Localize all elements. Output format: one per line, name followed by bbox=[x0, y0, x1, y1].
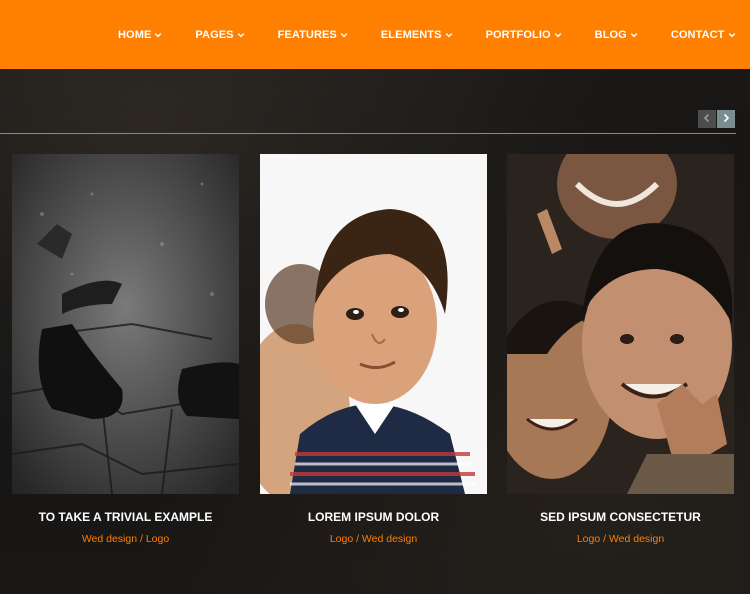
portfolio-category[interactable]: Logo / Wed design bbox=[507, 533, 734, 545]
nav-item-label: CONTACT bbox=[670, 28, 725, 41]
page: HOME PAGES FEATURES ELEMENTS PORTFOLIO B… bbox=[0, 0, 750, 594]
nav-item-label: PORTFOLIO bbox=[485, 28, 551, 41]
nav-item-label: BLOG bbox=[594, 28, 627, 41]
chevron-left-icon bbox=[702, 110, 712, 128]
nav-item-label: ELEMENTS bbox=[380, 28, 442, 41]
portfolio-category[interactable]: Wed design / Logo bbox=[12, 533, 239, 545]
portfolio-item[interactable]: LOREM IPSUM DOLOR Logo / Wed design bbox=[260, 154, 487, 545]
portfolio-title[interactable]: LOREM IPSUM DOLOR bbox=[260, 510, 487, 524]
nav-item-contact[interactable]: CONTACT bbox=[671, 29, 736, 41]
portfolio-category[interactable]: Logo / Wed design bbox=[260, 533, 487, 545]
top-navigation-bar: HOME PAGES FEATURES ELEMENTS PORTFOLIO B… bbox=[0, 0, 750, 69]
nav-item-portfolio[interactable]: PORTFOLIO bbox=[486, 29, 562, 41]
section-divider bbox=[0, 133, 736, 134]
nav-item-features[interactable]: FEATURES bbox=[278, 29, 348, 41]
chevron-down-icon bbox=[237, 31, 245, 39]
carousel-next-button[interactable] bbox=[717, 110, 735, 128]
nav-item-pages[interactable]: PAGES bbox=[195, 29, 244, 41]
nav-item-home[interactable]: HOME bbox=[118, 29, 162, 41]
chevron-down-icon bbox=[154, 31, 162, 39]
portfolio-title[interactable]: TO TAKE A TRIVIAL EXAMPLE bbox=[12, 510, 239, 524]
nav-item-blog[interactable]: BLOG bbox=[595, 29, 638, 41]
chevron-down-icon bbox=[630, 31, 638, 39]
chevron-down-icon bbox=[340, 31, 348, 39]
carousel-prev-button[interactable] bbox=[698, 110, 716, 128]
chevron-down-icon bbox=[728, 31, 736, 39]
portfolio-image[interactable] bbox=[260, 154, 487, 494]
portfolio-item[interactable]: TO TAKE A TRIVIAL EXAMPLE Wed design / L… bbox=[12, 154, 239, 545]
nav-item-label: FEATURES bbox=[277, 28, 337, 41]
portfolio-title[interactable]: SED IPSUM CONSECTETUR bbox=[507, 510, 734, 524]
main-nav: HOME PAGES FEATURES ELEMENTS PORTFOLIO B… bbox=[118, 0, 736, 69]
portfolio-image[interactable] bbox=[507, 154, 734, 494]
nav-item-elements[interactable]: ELEMENTS bbox=[381, 29, 453, 41]
chevron-down-icon bbox=[445, 31, 453, 39]
chevron-right-icon bbox=[721, 110, 731, 128]
portfolio-item[interactable]: SED IPSUM CONSECTETUR Logo / Wed design bbox=[507, 154, 734, 545]
portfolio-image[interactable] bbox=[12, 154, 239, 494]
nav-item-label: PAGES bbox=[195, 28, 234, 41]
chevron-down-icon bbox=[554, 31, 562, 39]
nav-item-label: HOME bbox=[118, 28, 152, 41]
